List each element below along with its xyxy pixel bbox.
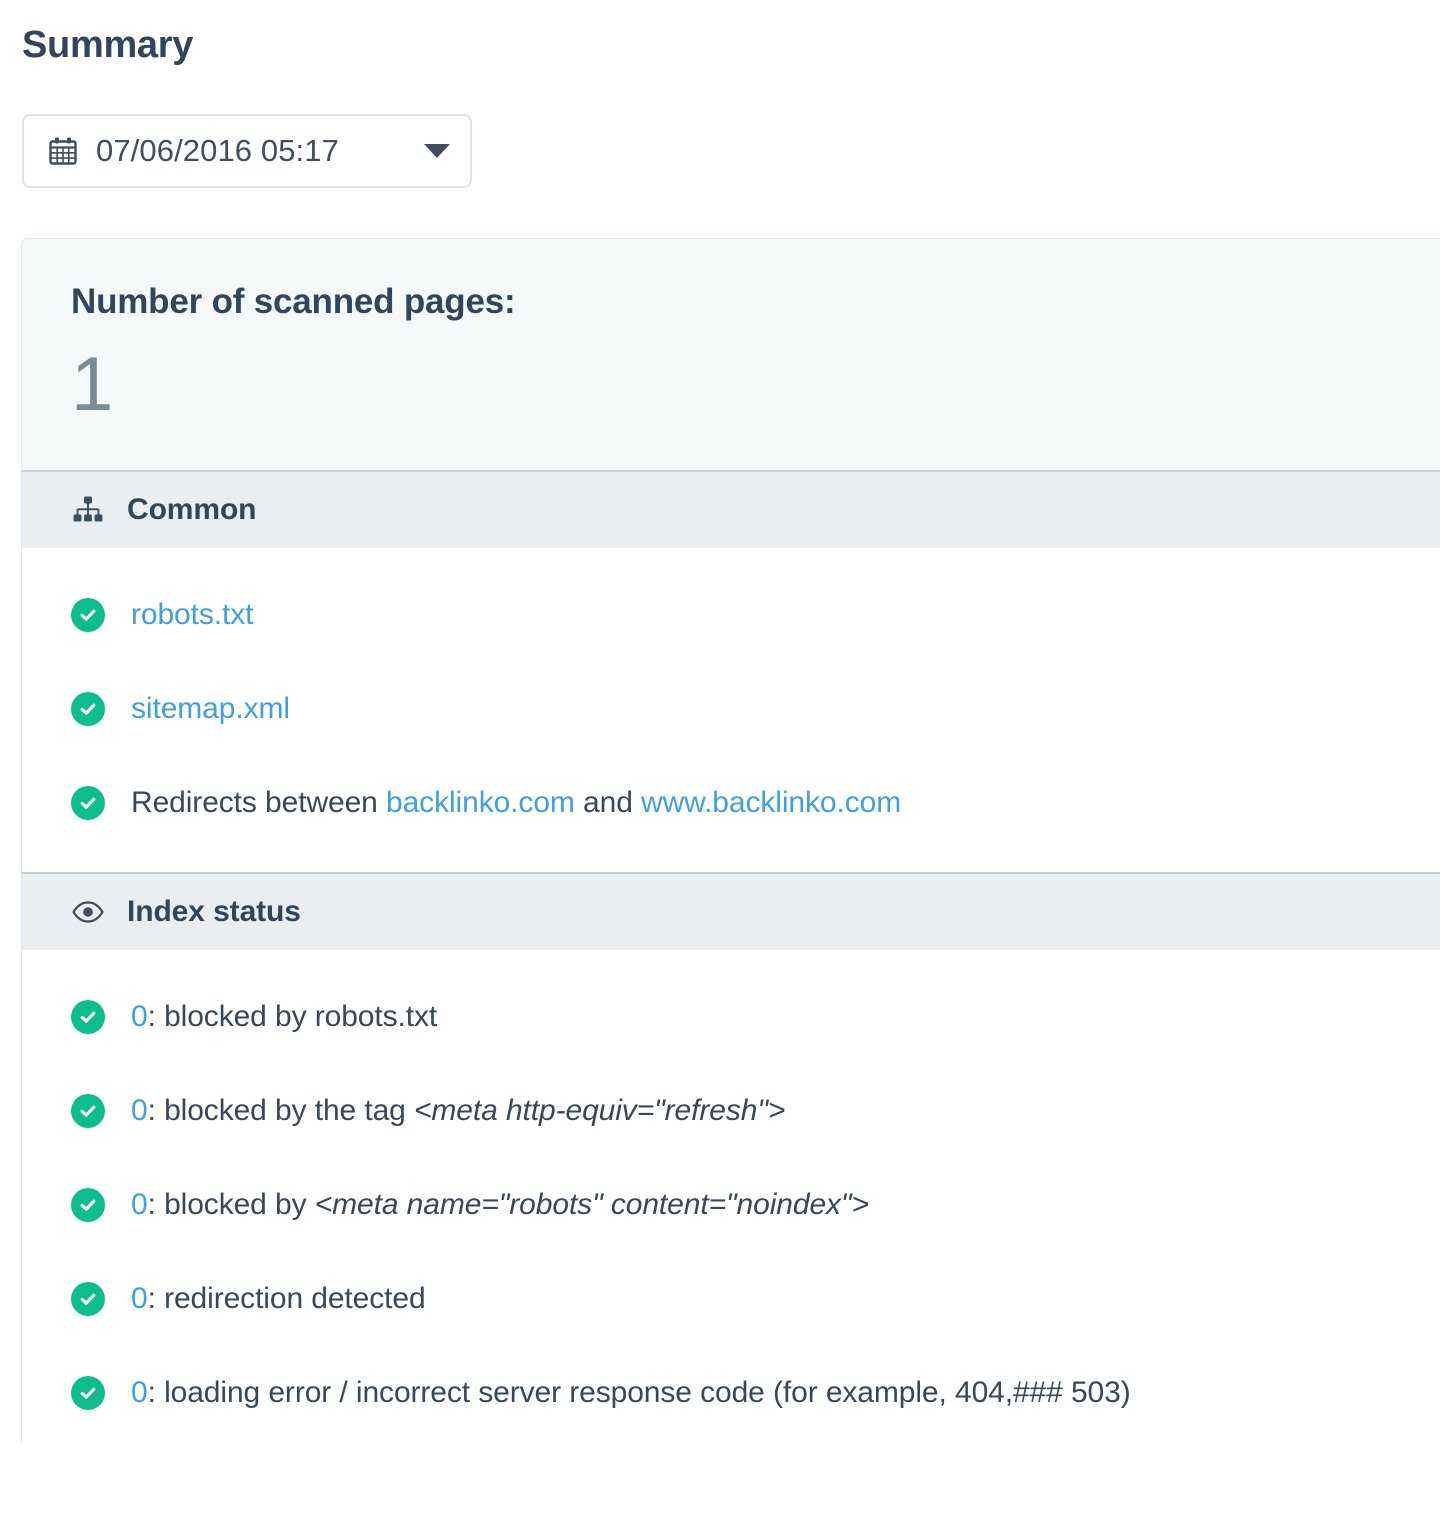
check-row-text: 0: blocked by the tag <meta http-equiv="… bbox=[105, 1094, 785, 1128]
check-circle-icon bbox=[71, 1282, 105, 1317]
row-label: : blocked by robots.txt bbox=[147, 1000, 438, 1034]
count-value: 0 bbox=[131, 1282, 148, 1316]
check-row-text: sitemap.xml bbox=[105, 692, 290, 726]
check-row-text: 0: redirection detected bbox=[105, 1282, 426, 1316]
count-value: 0 bbox=[131, 1000, 148, 1034]
check-row-text: 0: loading error / incorrect server resp… bbox=[105, 1376, 1131, 1410]
check-row-text: robots.txt bbox=[105, 598, 253, 632]
www-backlinko-domain-link[interactable]: www.backlinko.com bbox=[641, 786, 901, 819]
check-row: 0: loading error / incorrect server resp… bbox=[71, 1364, 1440, 1422]
redirects-prefix-text: Redirects between bbox=[131, 786, 387, 820]
check-row-text: 0: blocked by <meta name="robots" conten… bbox=[105, 1188, 869, 1222]
eye-icon bbox=[71, 895, 105, 929]
section-header-index-status: Index status bbox=[21, 872, 1440, 951]
datepicker-container: 07/06/2016 05:17 bbox=[0, 68, 1440, 188]
page-title: Summary bbox=[22, 24, 194, 66]
check-circle-icon bbox=[71, 786, 105, 821]
check-circle-icon bbox=[71, 1094, 105, 1129]
backlinko-domain-link[interactable]: backlinko.com bbox=[386, 786, 575, 819]
check-circle-icon bbox=[71, 1376, 105, 1411]
section-body-index-status: 0: blocked by robots.txt 0: blocked by t… bbox=[21, 950, 1440, 1443]
check-row: 0: blocked by the tag <meta http-equiv="… bbox=[71, 1082, 1440, 1140]
check-row: Redirects between backlinko.com and www.… bbox=[71, 774, 1440, 832]
scanned-pages-label: Number of scanned pages: bbox=[71, 281, 516, 321]
report-card: Number of scanned pages: 1 Common robots… bbox=[0, 237, 1440, 1443]
check-row: 0: blocked by robots.txt bbox=[71, 988, 1440, 1046]
count-value: 0 bbox=[131, 1376, 148, 1410]
check-row: 0: redirection detected bbox=[71, 1270, 1440, 1328]
check-circle-icon bbox=[71, 1000, 105, 1035]
row-label: : loading error / incorrect server respo… bbox=[147, 1376, 1131, 1410]
check-circle-icon bbox=[71, 692, 105, 727]
check-row: robots.txt bbox=[71, 586, 1440, 644]
check-row: 0: blocked by <meta name="robots" conten… bbox=[71, 1176, 1440, 1234]
scanned-pages-panel: Number of scanned pages: 1 bbox=[21, 237, 1440, 471]
check-circle-icon bbox=[71, 598, 105, 633]
check-row-text: Redirects between backlinko.com and www.… bbox=[105, 786, 901, 820]
section-title-common: Common bbox=[127, 493, 257, 527]
row-label: : blocked by bbox=[147, 1188, 315, 1222]
check-row-text: 0: blocked by robots.txt bbox=[105, 1000, 437, 1034]
section-body-common: robots.txt sitemap.xml Redirects between… bbox=[21, 548, 1440, 873]
section-title-index-status: Index status bbox=[127, 895, 301, 929]
meta-tag-code: <meta name="robots" content="noindex"> bbox=[314, 1188, 869, 1222]
scanned-pages-value: 1 bbox=[71, 341, 114, 427]
calendar-icon bbox=[46, 134, 80, 168]
count-value: 0 bbox=[131, 1094, 148, 1128]
redirects-conjunction-text: and bbox=[574, 786, 642, 820]
count-value: 0 bbox=[131, 1188, 148, 1222]
row-label: : redirection detected bbox=[147, 1282, 426, 1316]
date-range-picker[interactable]: 07/06/2016 05:17 bbox=[22, 113, 472, 188]
row-label: : blocked by the tag bbox=[147, 1094, 414, 1128]
summary-page: Summary 07/06/2016 05:17 Number of scann… bbox=[0, 0, 1440, 1518]
chevron-down-icon[interactable] bbox=[378, 143, 450, 158]
robots-txt-link[interactable]: robots.txt bbox=[131, 598, 253, 631]
date-range-value: 07/06/2016 05:17 bbox=[96, 132, 339, 168]
check-circle-icon bbox=[71, 1188, 105, 1223]
section-header-common: Common bbox=[21, 470, 1440, 549]
sitemap-xml-link[interactable]: sitemap.xml bbox=[131, 692, 290, 725]
sitemap-icon bbox=[71, 493, 105, 527]
check-row: sitemap.xml bbox=[71, 680, 1440, 738]
meta-tag-code: <meta http-equiv="refresh"> bbox=[414, 1094, 786, 1128]
